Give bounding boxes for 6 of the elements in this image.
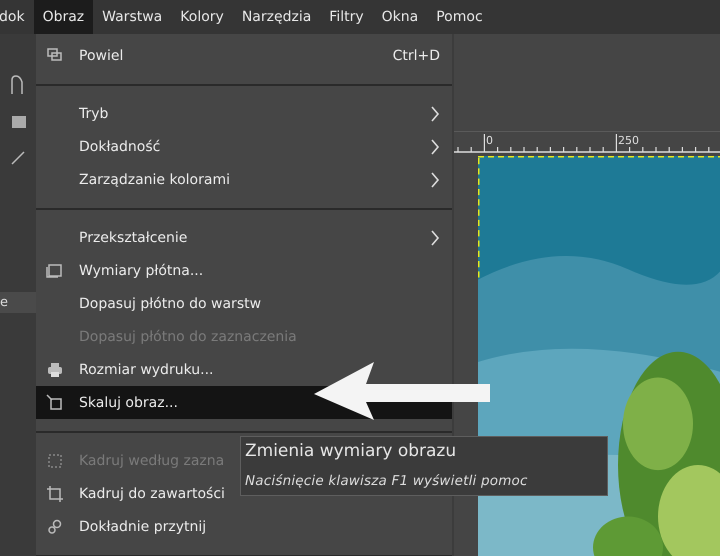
panel-label: e — [0, 292, 36, 313]
ruler-label: 250 — [618, 134, 639, 147]
tooltip-title: Zmienia wymiary obrazu — [245, 441, 458, 461]
tooltip-hint: Naciśnięcie klawisza F1 wyświetli pomoc — [245, 473, 529, 489]
ruler-label: 0 — [486, 134, 493, 147]
shortcut-label: Ctrl+D — [392, 48, 440, 64]
